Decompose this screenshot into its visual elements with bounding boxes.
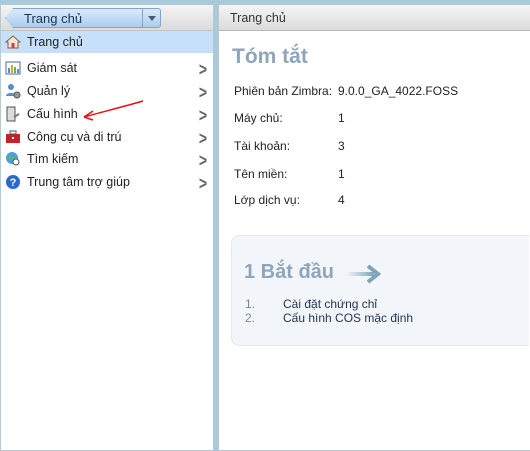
chevron-right-icon: > xyxy=(198,58,207,80)
configure-icon xyxy=(6,106,20,122)
nav-item-label: Giám sát xyxy=(27,61,78,75)
summary-label: Máy chủ: xyxy=(234,111,283,125)
chevron-down-icon[interactable] xyxy=(142,9,160,27)
summary-label: Tên miền: xyxy=(234,167,288,181)
toolbox-icon xyxy=(6,130,20,143)
chevron-right-icon: > xyxy=(198,127,207,149)
summary-value: 4 xyxy=(338,193,345,207)
nav-item-monitor[interactable]: Giám sát > xyxy=(1,57,213,79)
chevron-right-icon: > xyxy=(198,149,207,171)
summary-value: 3 xyxy=(338,139,345,153)
step-number: 1. xyxy=(245,297,256,311)
nav-item-label: Quản lý xyxy=(27,84,71,98)
summary-value: 9.0.0_GA_4022.FOSS xyxy=(338,84,459,98)
getting-started-title: 1 Bắt đầu xyxy=(244,261,335,283)
arrow-right-icon xyxy=(346,264,382,284)
svg-text:?: ? xyxy=(10,177,17,189)
summary-row: Lớp dịch vụ: 4 xyxy=(234,193,345,207)
step-link[interactable]: 2. Cấu hình COS mặc định xyxy=(245,311,413,325)
step-number: 2. xyxy=(245,311,256,325)
page-title: Tóm tắt xyxy=(232,45,308,68)
help-icon: ? xyxy=(6,175,20,189)
nav-item-label: Cấu hình xyxy=(27,107,78,121)
chevron-right-icon: > xyxy=(198,172,207,194)
navigation-header: Trang chủ xyxy=(1,5,213,31)
summary-value: 1 xyxy=(338,111,345,125)
summary-label: Tài khoản: xyxy=(234,139,291,153)
breadcrumb-label: Trang chủ xyxy=(24,11,83,26)
home-icon xyxy=(5,35,21,49)
summary-row: Tên miền: 1 xyxy=(234,167,345,181)
summary-value: 1 xyxy=(338,167,345,181)
main-panel: Trang chủ Tóm tắt Phiên bản Zimbra: 9.0.0… xyxy=(218,4,530,451)
nav-item-search[interactable]: Tìm kiếm > xyxy=(1,148,213,170)
nav-item-label: Trung tâm trợ giúp xyxy=(27,175,130,189)
summary-row: Phiên bản Zimbra: 9.0.0_GA_4022.FOSS xyxy=(234,84,458,98)
getting-started-card: 1 Bắt đầu 1. Cài đặt chứng chỉ 2. Cấu hình… xyxy=(231,235,529,346)
summary-label: Lớp dịch vụ: xyxy=(234,193,300,207)
manage-users-icon xyxy=(6,84,21,99)
summary-row: Tài khoản: 3 xyxy=(234,139,345,153)
monitor-chart-icon xyxy=(5,61,21,75)
chevron-right-icon: > xyxy=(198,104,207,126)
navigation-panel: Trang chủ Trang chủ Giám sát > Quản lý >… xyxy=(0,4,214,451)
chevron-right-icon: > xyxy=(198,81,207,103)
nav-item-label: Trang chủ xyxy=(27,35,83,49)
step-link[interactable]: 1. Cài đặt chứng chỉ xyxy=(245,297,377,311)
summary-row: Máy chủ: 1 xyxy=(234,111,345,125)
nav-item-help[interactable]: ? Trung tâm trợ giúp > xyxy=(1,171,213,193)
step-label: Cài đặt chứng chỉ xyxy=(283,297,378,311)
summary-label: Phiên bản Zimbra: xyxy=(234,84,333,98)
breadcrumb-button[interactable]: Trang chủ xyxy=(5,8,161,28)
main-header: Trang chủ xyxy=(219,5,530,31)
nav-item-label: Tìm kiếm xyxy=(27,152,79,166)
annotation-arrow-icon xyxy=(83,100,144,121)
nav-item-tools[interactable]: Công cụ và di trú > xyxy=(1,126,213,148)
nav-item-home[interactable]: Trang chủ xyxy=(1,31,213,53)
search-globe-icon xyxy=(6,152,20,166)
step-label: Cấu hình COS mặc định xyxy=(283,311,414,325)
nav-item-label: Công cụ và di trú xyxy=(27,130,122,144)
